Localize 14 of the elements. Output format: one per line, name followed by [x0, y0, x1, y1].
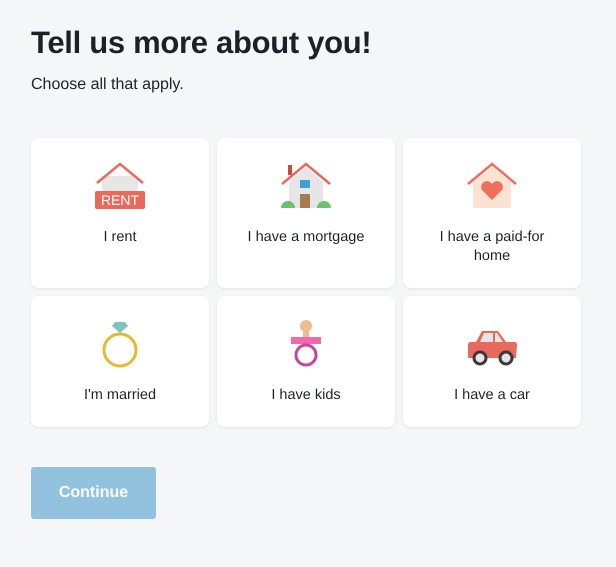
option-label: I have a car: [454, 386, 530, 405]
option-card[interactable]: I have kids: [217, 296, 395, 427]
option-label: I have a mortgage: [248, 228, 364, 247]
option-label: I have kids: [271, 386, 341, 405]
page-subtitle: Choose all that apply.: [31, 76, 185, 94]
option-card[interactable]: RENT I rent: [31, 138, 209, 288]
option-card[interactable]: I'm married: [31, 296, 209, 427]
option-card[interactable]: I have a paid-for home: [403, 138, 581, 288]
option-card[interactable]: I have a car: [403, 296, 581, 427]
option-label: I'm married: [84, 386, 156, 405]
option-card[interactable]: I have a mortgage: [217, 138, 395, 288]
option-label: I rent: [103, 228, 137, 247]
option-label: I have a paid-for home: [438, 228, 546, 266]
page-title: Tell us more about you!: [31, 24, 372, 62]
